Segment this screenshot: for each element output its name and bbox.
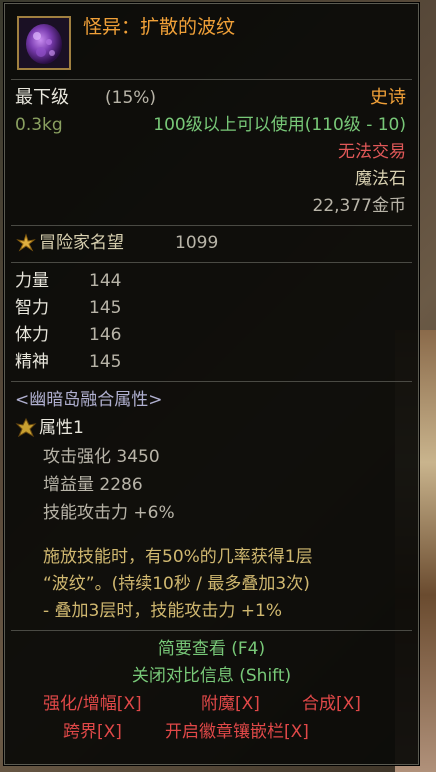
fusion-desc: “波纹”。(持续10秒 / 最多叠加3次) [43,574,310,594]
synth-button[interactable]: 合成[X] [302,693,361,715]
item-grade-pct: (15%) [105,88,157,108]
item-rarity: 史诗 [370,87,406,108]
enhance-button[interactable]: 强化/增幅[X] [43,693,142,715]
item-trade: 无法交易 [338,142,406,162]
item-grade: 最下级 [15,87,69,108]
divider [11,225,412,226]
stat-value: 146 [89,325,122,345]
attribute-icon [15,417,37,439]
stat-label: 精神 [15,352,49,372]
fusion-header: <幽暗岛融合属性> [15,390,163,410]
attribute-title: 属性1 [39,418,84,438]
fusion-desc: 施放技能时，有50%的几率获得1层 [43,547,313,567]
fusion-line: 攻击强化 3450 [43,447,160,467]
close-compare-button[interactable]: 关闭对比信息 (Shift) [5,665,418,687]
fusion-line: 增益量 2286 [43,475,143,495]
divider [11,381,412,382]
fame-label: 冒险家名望 [39,233,124,253]
divider [11,630,412,631]
stat-label: 体力 [15,325,49,345]
fusion-line: 技能攻击力 +6% [43,503,175,523]
emblem-button[interactable]: 开启徽章镶嵌栏[X] [165,721,309,743]
item-icon [17,16,71,70]
item-price: 22,377金币 [312,196,406,216]
item-tooltip: 怪异：扩散的波纹 最下级 (15%) 史诗 0.3kg 100级以上可以使用(1… [4,3,419,765]
stat-label: 力量 [15,271,49,291]
stat-value: 145 [89,298,122,318]
item-type: 魔法石 [355,169,406,189]
quick-view-button[interactable]: 简要查看 (F4) [5,638,418,660]
item-name: 怪异：扩散的波纹 [83,16,236,38]
item-level-req: 100级以上可以使用(110级 - 10) [153,115,406,135]
stat-value: 145 [89,352,122,372]
fame-icon [15,232,37,254]
enchant-button[interactable]: 附魔[X] [201,693,260,715]
divider [11,262,412,263]
stat-value: 144 [89,271,122,291]
item-weight: 0.3kg [15,115,63,135]
fusion-desc: - 叠加3层时，技能攻击力 +1% [43,601,282,621]
divider [11,79,412,80]
stat-label: 智力 [15,298,49,318]
fame-value: 1099 [175,233,219,253]
cross-button[interactable]: 跨界[X] [63,721,122,743]
